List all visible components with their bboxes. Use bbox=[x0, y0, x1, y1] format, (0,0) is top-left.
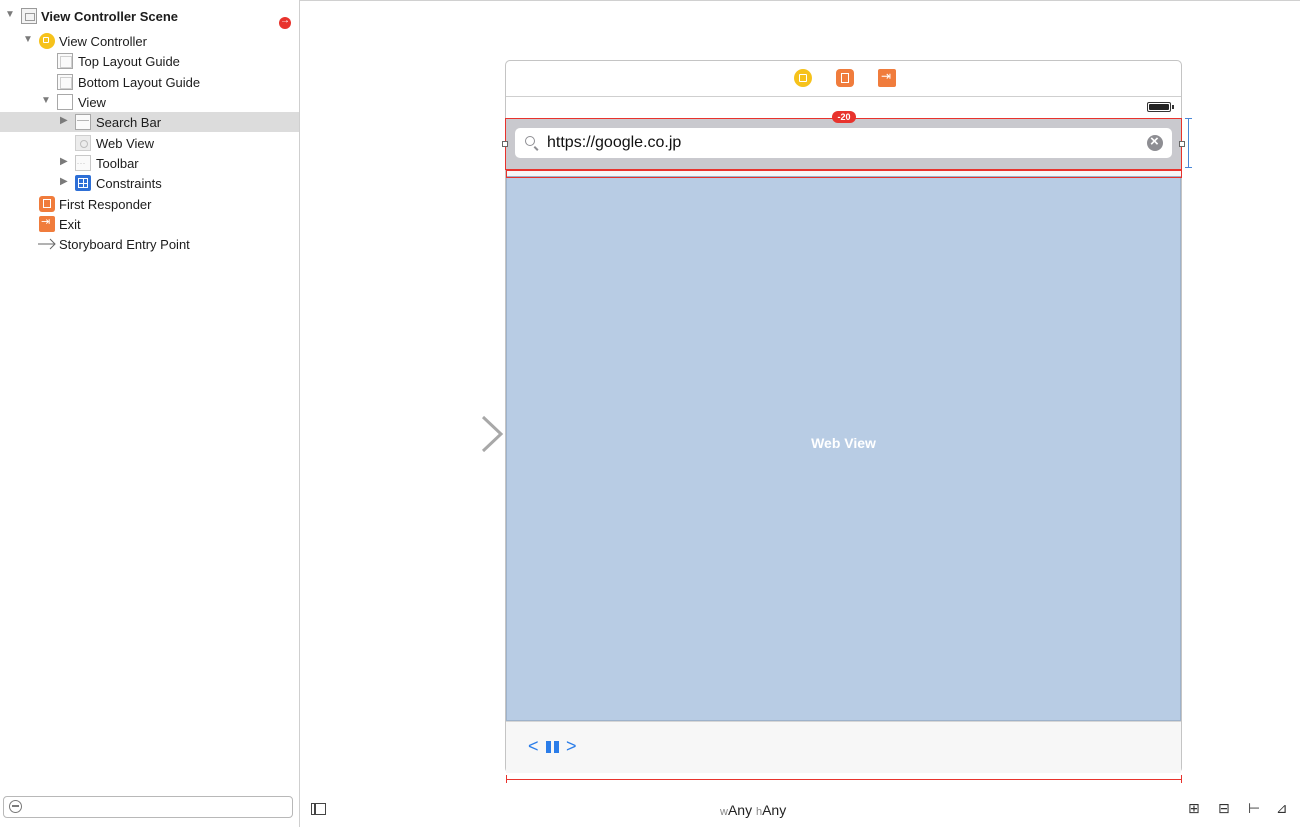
web-view-label: Web View bbox=[811, 435, 876, 451]
first-responder-icon bbox=[39, 196, 55, 212]
exit-icon[interactable] bbox=[878, 69, 896, 87]
exit-icon bbox=[39, 215, 55, 232]
view-controller-icon bbox=[39, 33, 55, 49]
storyboard-entry-arrow-icon[interactable] bbox=[395, 414, 505, 454]
warning-arrow-icon[interactable] bbox=[279, 15, 291, 29]
web-view[interactable]: Web View bbox=[506, 176, 1181, 721]
outline-row-bottom-layout-guide[interactable]: Bottom Layout Guide bbox=[0, 72, 299, 92]
width-value: Any bbox=[727, 802, 753, 818]
first-responder-icon[interactable] bbox=[836, 69, 854, 87]
outline-row-search-bar[interactable]: ▶ Search Bar bbox=[0, 112, 299, 132]
disclosure-triangle-icon[interactable]: ▼ bbox=[41, 96, 51, 106]
scene-title: View Controller Scene bbox=[41, 9, 179, 24]
outline-label: Search Bar bbox=[96, 115, 162, 130]
search-field[interactable]: https://google.co.jp bbox=[515, 128, 1172, 158]
height-value: Any bbox=[762, 802, 787, 818]
battery-icon bbox=[1147, 102, 1174, 112]
pause-icon[interactable] bbox=[546, 741, 560, 753]
outline-filter-field[interactable] bbox=[3, 796, 293, 818]
view-controller-icon[interactable] bbox=[794, 69, 812, 87]
resize-handle[interactable] bbox=[1179, 141, 1185, 147]
outline-label: Constraints bbox=[96, 176, 162, 191]
resolve-issues-icon[interactable]: ⊿ bbox=[1276, 801, 1288, 817]
outline-label: Web View bbox=[96, 136, 155, 151]
search-text[interactable]: https://google.co.jp bbox=[547, 134, 681, 152]
pin-icon[interactable]: ⊢ bbox=[1248, 801, 1260, 817]
width-prefix: w bbox=[720, 806, 728, 818]
outline-label: Bottom Layout Guide bbox=[78, 75, 201, 90]
divider bbox=[300, 0, 1300, 1]
disclosure-triangle-icon[interactable]: ▶ bbox=[60, 157, 70, 167]
constraint-line bbox=[1181, 775, 1182, 783]
outline-row-first-responder[interactable]: First Responder bbox=[0, 194, 299, 214]
entry-arrow-icon bbox=[38, 238, 56, 250]
stack-icon[interactable]: ⊞ bbox=[1188, 801, 1200, 817]
toolbar-icon bbox=[75, 155, 91, 171]
constraint-line bbox=[506, 775, 507, 783]
resize-handle[interactable] bbox=[502, 141, 508, 147]
outline-row-toolbar[interactable]: ▶ Toolbar bbox=[0, 153, 299, 173]
disclosure-triangle-icon[interactable]: ▼ bbox=[23, 35, 33, 45]
outline-label: First Responder bbox=[59, 197, 152, 212]
outline-row-view[interactable]: ▼ View bbox=[0, 92, 299, 112]
search-icon bbox=[525, 136, 535, 146]
height-constraint-indicator[interactable] bbox=[1185, 118, 1192, 168]
outline-label: Top Layout Guide bbox=[78, 54, 180, 69]
outline-row-entry-point[interactable]: Storyboard Entry Point bbox=[0, 234, 299, 254]
layout-guide-icon bbox=[57, 74, 73, 90]
constraint-line[interactable] bbox=[506, 177, 1182, 178]
outline-label: Toolbar bbox=[96, 156, 139, 171]
scene-dock bbox=[506, 61, 1181, 97]
outline-label: View Controller bbox=[59, 34, 147, 49]
disclosure-triangle-icon[interactable]: ▶ bbox=[60, 116, 70, 126]
outline-row-exit[interactable]: Exit bbox=[0, 214, 299, 234]
outline-label: View bbox=[78, 95, 106, 110]
size-class-button[interactable]: wAny hAny bbox=[720, 802, 786, 818]
constraint-line[interactable] bbox=[506, 170, 1182, 171]
outline-row-constraints[interactable]: ▶ Constraints bbox=[0, 173, 299, 193]
layout-guide-icon bbox=[57, 53, 73, 69]
outline-row-view-controller[interactable]: ▼ View Controller bbox=[0, 31, 299, 51]
constraint-line[interactable] bbox=[506, 779, 1182, 780]
web-view-icon bbox=[75, 135, 91, 151]
outline-row-web-view[interactable]: Web View bbox=[0, 133, 299, 153]
outline-row-scene[interactable]: ▼ View Controller Scene bbox=[0, 6, 299, 29]
toggle-outline-icon[interactable] bbox=[311, 803, 326, 815]
forward-button[interactable]: > bbox=[566, 736, 577, 757]
scene-icon bbox=[21, 8, 37, 24]
outline-row-top-layout-guide[interactable]: Top Layout Guide bbox=[0, 51, 299, 71]
toolbar[interactable]: < > bbox=[506, 721, 1181, 773]
document-outline: ▼ View Controller Scene ▼ View Controlle… bbox=[0, 0, 300, 827]
back-button[interactable]: < bbox=[528, 736, 539, 757]
search-bar-icon bbox=[75, 114, 91, 130]
constraint-line bbox=[1181, 170, 1182, 178]
canvas-bottom-bar: wAny hAny ⊞ ⊟ ⊢ ⊿ bbox=[300, 795, 1300, 823]
search-bar[interactable]: -20 https://google.co.jp bbox=[502, 111, 1185, 170]
constraint-line bbox=[506, 170, 507, 178]
filter-icon[interactable] bbox=[9, 800, 22, 813]
outline-label: Storyboard Entry Point bbox=[59, 237, 190, 252]
disclosure-triangle-icon[interactable]: ▼ bbox=[5, 10, 15, 20]
constraint-badge[interactable]: -20 bbox=[832, 111, 856, 123]
outline-label: Exit bbox=[59, 217, 81, 232]
disclosure-triangle-icon[interactable]: ▶ bbox=[60, 177, 70, 187]
view-icon bbox=[57, 94, 73, 110]
view-controller-scene[interactable]: -20 https://google.co.jp Web View < > bbox=[502, 60, 1185, 773]
constraints-icon bbox=[75, 175, 91, 191]
align-icon[interactable]: ⊟ bbox=[1218, 801, 1230, 817]
clear-icon[interactable] bbox=[1147, 133, 1163, 151]
